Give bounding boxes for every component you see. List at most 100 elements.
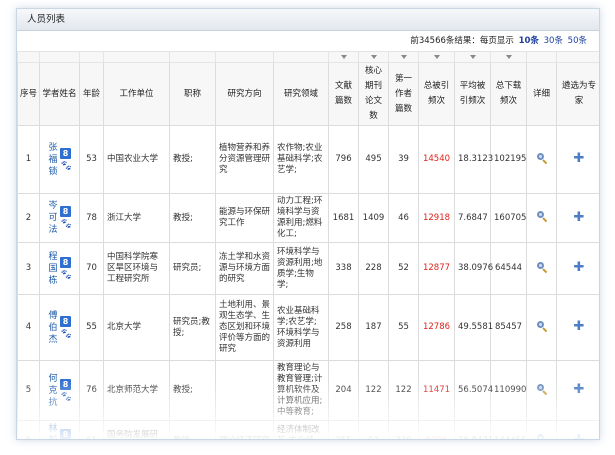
job-title: 研究员;教授;: [169, 294, 216, 361]
core-count: 1409: [358, 193, 389, 243]
research-direction: 能源与环保研究工作: [215, 193, 274, 243]
sort-first-icon[interactable]: [400, 55, 407, 59]
total-downloads: 160705: [490, 193, 527, 243]
research-field: 经济体制改革;农业经济;金融;: [273, 420, 329, 439]
g-badge-icon[interactable]: 8: [60, 429, 71, 439]
col-header[interactable]: 第一作者篇数: [388, 62, 419, 126]
core-count: 187: [358, 294, 389, 361]
sort-core-icon[interactable]: [370, 55, 377, 59]
g-badge-icon[interactable]: 8: [60, 256, 71, 268]
age: 76: [79, 360, 104, 421]
row-number: 6: [17, 420, 40, 439]
age: 61: [79, 420, 104, 439]
scholar-name-link[interactable]: 傅伯杰: [48, 310, 58, 346]
magnifier-icon[interactable]: [536, 210, 548, 223]
col-header[interactable]: 平均被引频次: [454, 62, 491, 126]
sort-downloads-icon[interactable]: [505, 55, 512, 59]
first-author-count: 52: [388, 242, 419, 295]
age: 55: [79, 294, 104, 361]
table-row: 6 林毅夫 8 🐾︎ 61 国务院发展研究中心 教授; 理论经济研究 经济体制改…: [17, 420, 599, 440]
first-author-count: 238: [388, 420, 419, 439]
col-header: 遴选为专家: [556, 62, 599, 126]
doc-count: 338: [328, 242, 359, 295]
header-row: 序号 学者姓名 年龄 工作单位 职称 研究方向 研究领域 文献篇数 核心期刊论文…: [17, 62, 599, 126]
avg-citations: 49.5581: [454, 294, 493, 361]
avg-citations: 18.3123: [454, 125, 493, 194]
avg-citations: 38.0976: [454, 242, 493, 295]
result-summary: 前34566条结果：每页显示: [410, 36, 514, 46]
magnifier-icon[interactable]: [536, 261, 548, 273]
plus-icon[interactable]: ✚: [574, 210, 585, 225]
row-number: 1: [17, 125, 40, 194]
col-header[interactable]: 总被引频次: [418, 62, 455, 126]
plus-icon[interactable]: ✚: [574, 151, 585, 166]
scholar-name-link[interactable]: 程国栋: [48, 251, 58, 287]
plus-icon[interactable]: ✚: [574, 382, 585, 397]
plus-icon[interactable]: ✚: [574, 319, 585, 334]
result-summary-bar: 前34566条结果：每页显示 10条 30条 50条: [17, 31, 599, 51]
total-downloads: 64544: [490, 242, 527, 295]
job-title: 教授;: [169, 420, 216, 439]
job-title: 教授;: [169, 125, 216, 194]
sort-docs-icon[interactable]: [340, 55, 347, 59]
total-citations: 12877: [418, 242, 455, 295]
total-citations: 12918: [418, 193, 455, 243]
paw-icon[interactable]: 🐾︎: [60, 392, 73, 403]
plus-icon[interactable]: ✚: [574, 433, 585, 440]
total-citations: 9396: [418, 420, 455, 439]
page-size-30[interactable]: 30条: [544, 36, 563, 46]
magnifier-icon[interactable]: [536, 152, 548, 164]
col-header[interactable]: 核心期刊论文数: [358, 62, 389, 126]
col-header: 工作单位: [103, 62, 170, 126]
total-citations: 14540: [418, 125, 455, 194]
age: 70: [79, 242, 104, 295]
scholar-name-link[interactable]: 岑可法: [48, 200, 58, 236]
col-header: 学者姓名: [39, 62, 80, 126]
plus-icon[interactable]: ✚: [574, 260, 585, 275]
paw-icon[interactable]: 🐾︎: [60, 329, 73, 340]
avg-citations: 36.8471: [454, 420, 493, 439]
scholar-name-link[interactable]: 张福锁: [48, 142, 58, 178]
g-badge-icon[interactable]: 8: [60, 378, 71, 390]
table-row: 4 傅伯杰 8 🐾︎ 55 北京大学 研究员;教授; 土地利用、景观生态学、生态…: [17, 294, 599, 361]
g-badge-icon[interactable]: 8: [60, 315, 71, 327]
research-field: 农业基础科学;农艺学;环境科学与资源利用: [273, 294, 329, 361]
col-header[interactable]: 总下载频次: [490, 62, 527, 126]
doc-count: 1681: [328, 193, 359, 243]
magnifier-icon[interactable]: [536, 433, 548, 439]
row-number: 5: [17, 360, 40, 421]
panel-title: 人员列表: [17, 9, 599, 31]
sort-avg-icon[interactable]: [469, 55, 476, 59]
paw-icon[interactable]: 🐾︎: [60, 219, 73, 230]
page-size-10[interactable]: 10条: [519, 36, 539, 46]
total-downloads: 144455: [490, 420, 527, 439]
magnifier-icon[interactable]: [536, 383, 548, 395]
paw-icon[interactable]: 🐾︎: [60, 270, 73, 281]
scholar-name-link[interactable]: 何克抗: [48, 373, 58, 409]
g-badge-icon[interactable]: 8: [60, 147, 71, 159]
work-unit: 中国科学院寒区旱区环境与工程研究所: [103, 242, 170, 295]
col-header: 详细: [526, 62, 557, 126]
magnifier-icon[interactable]: [536, 320, 548, 332]
sort-cited-icon[interactable]: [433, 55, 440, 59]
g-badge-icon[interactable]: 8: [60, 206, 71, 217]
work-unit: 北京大学: [103, 294, 170, 361]
first-author-count: 39: [388, 125, 419, 194]
research-field: 动力工程;环境科学与资源利用;燃料化工;: [273, 193, 329, 243]
paw-icon[interactable]: 🐾︎: [60, 161, 73, 172]
total-citations: 12786: [418, 294, 455, 361]
total-downloads: 110990: [490, 360, 527, 421]
doc-count: 255: [328, 420, 359, 439]
work-unit: 国务院发展研究中心: [103, 420, 170, 439]
table-row: 5 何克抗 8 🐾︎ 76 北京师范大学 教授; 教育理论与教育管理;计算机软件…: [17, 360, 599, 421]
col-header[interactable]: 文献篇数: [328, 62, 359, 126]
work-unit: 浙江大学: [103, 193, 170, 243]
col-header: 年龄: [79, 62, 104, 126]
sort-row: [17, 51, 599, 63]
scholar-name-link[interactable]: 林毅夫: [48, 423, 58, 439]
core-count: 495: [358, 125, 389, 194]
doc-count: 796: [328, 125, 359, 194]
research-field: 环境科学与资源利用;地质学;生物学;: [273, 242, 329, 295]
page-size-50[interactable]: 50条: [568, 36, 587, 46]
doc-count: 258: [328, 294, 359, 361]
